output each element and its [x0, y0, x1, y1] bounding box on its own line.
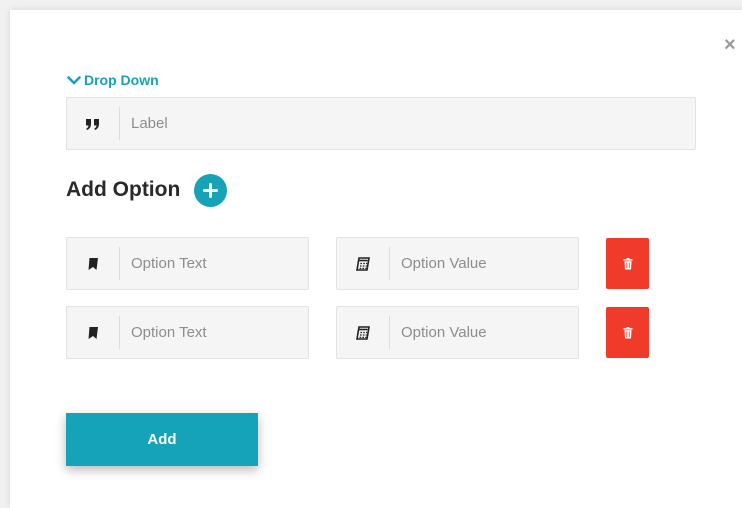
option-value-input[interactable] — [390, 238, 600, 289]
bookmark-icon — [67, 307, 119, 358]
option-text-input[interactable] — [120, 238, 330, 289]
option-value-input[interactable] — [390, 307, 600, 358]
plus-icon — [203, 183, 218, 198]
calculator-icon — [337, 307, 389, 358]
option-value-field — [336, 237, 600, 290]
bookmark-icon — [67, 238, 119, 289]
add-option-heading: Add Option — [66, 178, 181, 201]
close-icon[interactable]: × — [724, 35, 740, 55]
dropdown-section-toggle[interactable]: Drop Down — [67, 71, 159, 89]
calculator-icon — [337, 238, 389, 289]
quote-icon — [67, 98, 119, 149]
option-text-field — [66, 237, 330, 290]
label-field — [66, 97, 696, 150]
option-value-field — [336, 306, 600, 359]
chevron-down-icon — [67, 76, 81, 85]
delete-option-button[interactable] — [606, 307, 649, 358]
add-button[interactable]: Add — [66, 413, 258, 466]
add-option-button[interactable] — [194, 174, 227, 207]
section-toggle-label: Drop Down — [84, 72, 159, 88]
delete-option-button[interactable] — [606, 238, 649, 289]
trash-icon — [623, 257, 632, 269]
label-input[interactable] — [120, 98, 695, 149]
trash-icon — [623, 326, 632, 338]
option-text-field — [66, 306, 330, 359]
option-text-input[interactable] — [120, 307, 330, 358]
